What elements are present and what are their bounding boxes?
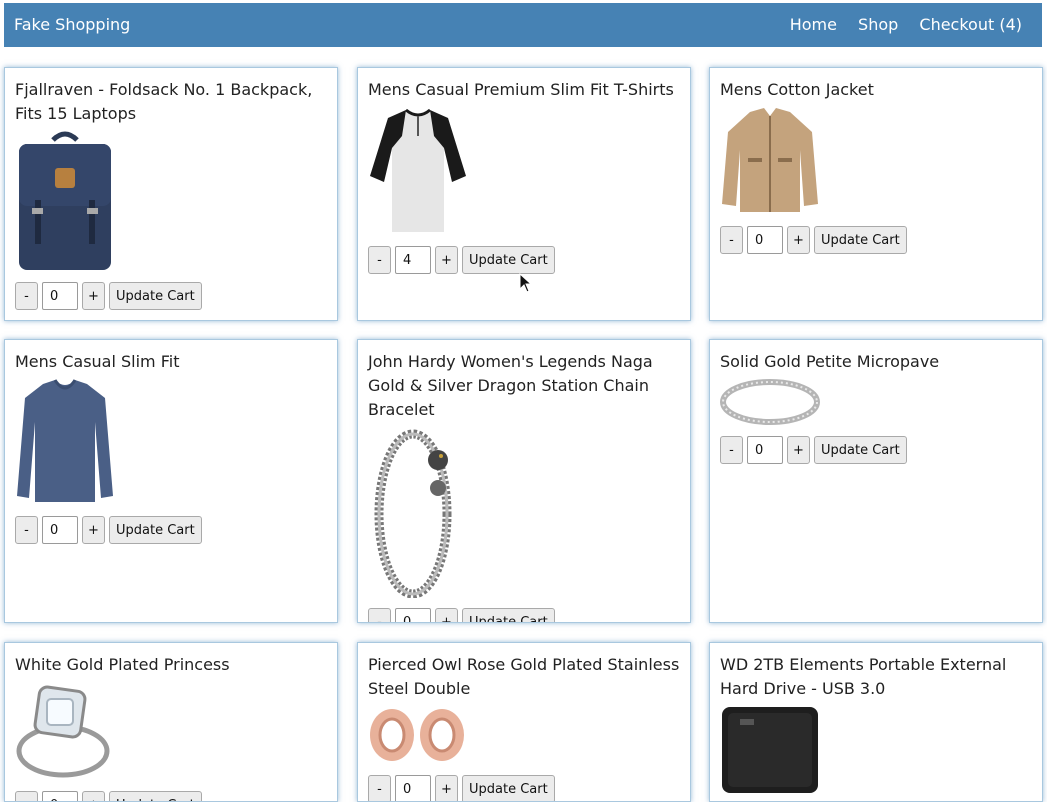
increase-button[interactable]: + bbox=[82, 791, 105, 801]
nav-links: Home Shop Checkout (4) bbox=[774, 3, 1022, 47]
update-cart-button[interactable]: Update Cart bbox=[814, 436, 907, 464]
jacket-image bbox=[722, 108, 818, 212]
decrease-button[interactable]: - bbox=[720, 226, 743, 254]
brand-title[interactable]: Fake Shopping bbox=[14, 3, 130, 47]
quantity-controls: - + Update Cart bbox=[15, 516, 327, 544]
quantity-input[interactable] bbox=[395, 246, 431, 274]
decrease-button[interactable]: - bbox=[15, 791, 38, 801]
quantity-input[interactable] bbox=[747, 436, 783, 464]
product-card: Solid Gold Petite Micropave - + Update C… bbox=[709, 339, 1043, 623]
increase-button[interactable]: + bbox=[82, 516, 105, 544]
increase-button[interactable]: + bbox=[435, 246, 458, 274]
mouse-cursor-icon bbox=[519, 273, 533, 293]
decrease-button[interactable]: - bbox=[368, 608, 391, 622]
decrease-button[interactable]: - bbox=[720, 436, 743, 464]
product-card: John Hardy Women's Legends Naga Gold & S… bbox=[357, 339, 691, 623]
hard-drive-image bbox=[722, 707, 818, 793]
product-title: White Gold Plated Princess bbox=[15, 655, 230, 674]
nav-home-link[interactable]: Home bbox=[790, 15, 837, 34]
decrease-button[interactable]: - bbox=[15, 516, 38, 544]
quantity-controls: - + Update Cart bbox=[15, 282, 327, 310]
bracelet-image bbox=[374, 429, 452, 598]
product-card: Mens Cotton Jacket - + Update Cart bbox=[709, 67, 1043, 321]
decrease-button[interactable]: - bbox=[368, 775, 391, 801]
earrings-image bbox=[370, 709, 464, 761]
navbar: Fake Shopping Home Shop Checkout (4) bbox=[4, 3, 1042, 47]
product-card: Fjallraven - Foldsack No. 1 Backpack, Fi… bbox=[4, 67, 338, 321]
quantity-controls: - + Update Cart bbox=[720, 436, 1032, 464]
product-card: WD 2TB Elements Portable External Hard D… bbox=[709, 642, 1043, 802]
product-card: White Gold Plated Princess - + Update Ca… bbox=[4, 642, 338, 802]
decrease-button[interactable]: - bbox=[15, 282, 38, 310]
quantity-input[interactable] bbox=[42, 516, 78, 544]
increase-button[interactable]: + bbox=[787, 226, 810, 254]
increase-button[interactable]: + bbox=[435, 775, 458, 801]
product-title: Mens Casual Premium Slim Fit T-Shirts bbox=[368, 80, 674, 99]
quantity-input[interactable] bbox=[395, 608, 431, 622]
product-title: John Hardy Women's Legends Naga Gold & S… bbox=[368, 352, 653, 419]
increase-button[interactable]: + bbox=[435, 608, 458, 622]
update-cart-button[interactable]: Update Cart bbox=[814, 226, 907, 254]
product-title: Mens Casual Slim Fit bbox=[15, 352, 180, 371]
quantity-controls: - + Update Cart bbox=[368, 246, 680, 274]
product-title: Fjallraven - Foldsack No. 1 Backpack, Fi… bbox=[15, 80, 313, 123]
princess-ring-image bbox=[16, 685, 110, 778]
tshirt-image bbox=[370, 108, 466, 232]
backpack-image bbox=[19, 131, 111, 270]
increase-button[interactable]: + bbox=[82, 282, 105, 310]
update-cart-button[interactable]: Update Cart bbox=[109, 282, 202, 310]
product-card: Mens Casual Slim Fit - + Update Cart bbox=[4, 339, 338, 623]
update-cart-button[interactable]: Update Cart bbox=[462, 246, 555, 274]
product-title: WD 2TB Elements Portable External Hard D… bbox=[720, 655, 1007, 698]
increase-button[interactable]: + bbox=[787, 436, 810, 464]
update-cart-button[interactable]: Update Cart bbox=[462, 775, 555, 801]
quantity-input[interactable] bbox=[42, 282, 78, 310]
quantity-controls: - + Update Cart bbox=[720, 226, 1032, 254]
longsleeve-image bbox=[17, 379, 113, 502]
quantity-input[interactable] bbox=[747, 226, 783, 254]
product-title: Pierced Owl Rose Gold Plated Stainless S… bbox=[368, 655, 680, 698]
nav-shop-link[interactable]: Shop bbox=[858, 15, 898, 34]
product-title: Solid Gold Petite Micropave bbox=[720, 352, 940, 371]
quantity-controls: - + Update Cart bbox=[15, 791, 327, 801]
update-cart-button[interactable]: Update Cart bbox=[462, 608, 555, 622]
decrease-button[interactable]: - bbox=[368, 246, 391, 274]
ring-image bbox=[720, 379, 820, 425]
quantity-controls: - + Update Cart bbox=[368, 608, 680, 622]
quantity-input[interactable] bbox=[395, 775, 431, 801]
update-cart-button[interactable]: Update Cart bbox=[109, 516, 202, 544]
product-card: Pierced Owl Rose Gold Plated Stainless S… bbox=[357, 642, 691, 802]
quantity-controls: - + Update Cart bbox=[368, 775, 680, 801]
update-cart-button[interactable]: Update Cart bbox=[109, 791, 202, 801]
nav-checkout-link[interactable]: Checkout (4) bbox=[919, 15, 1022, 34]
product-title: Mens Cotton Jacket bbox=[720, 80, 874, 99]
quantity-input[interactable] bbox=[42, 791, 78, 801]
